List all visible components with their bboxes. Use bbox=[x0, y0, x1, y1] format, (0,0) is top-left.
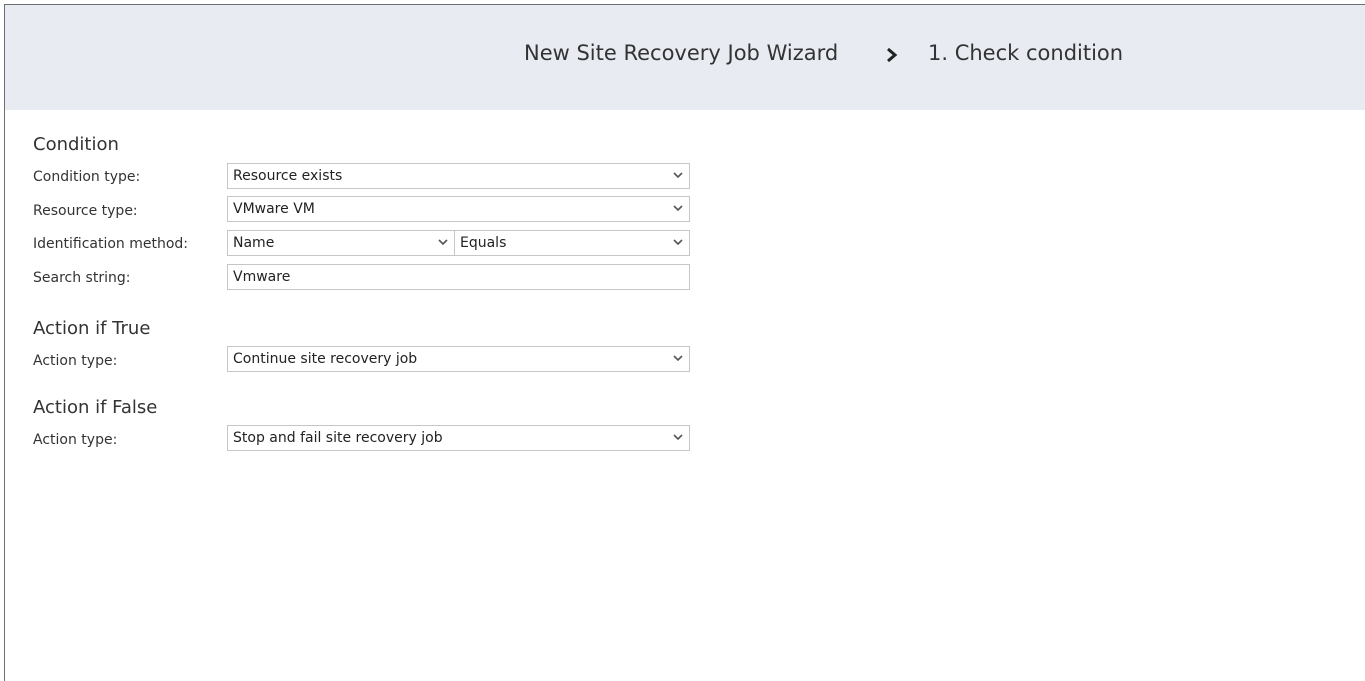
chevron-down-icon[interactable] bbox=[667, 347, 689, 371]
identification-operator-select[interactable]: Equals bbox=[454, 230, 690, 256]
chevron-down-icon[interactable] bbox=[432, 231, 454, 255]
search-string-label: Search string: bbox=[33, 270, 131, 286]
action-false-section-title: Action if False bbox=[33, 397, 158, 418]
condition-type-label: Condition type: bbox=[33, 169, 141, 185]
condition-section-title: Condition bbox=[33, 134, 119, 155]
action-true-type-value: Continue site recovery job bbox=[233, 351, 418, 367]
chevron-down-icon[interactable] bbox=[667, 231, 689, 255]
action-true-section-title: Action if True bbox=[33, 318, 151, 339]
identification-operator-value: Equals bbox=[460, 235, 507, 251]
action-true-type-label: Action type: bbox=[33, 353, 118, 369]
chevron-right-icon bbox=[884, 46, 900, 64]
action-false-type-select[interactable]: Stop and fail site recovery job bbox=[227, 425, 690, 451]
action-false-type-value: Stop and fail site recovery job bbox=[233, 430, 443, 446]
resource-type-select[interactable]: VMware VM bbox=[227, 196, 690, 222]
action-false-type-label: Action type: bbox=[33, 432, 118, 448]
condition-type-value: Resource exists bbox=[233, 168, 343, 184]
condition-type-select[interactable]: Resource exists bbox=[227, 163, 690, 189]
chevron-down-icon[interactable] bbox=[667, 164, 689, 188]
wizard-title: New Site Recovery Job Wizard bbox=[524, 41, 839, 65]
chevron-down-icon[interactable] bbox=[667, 426, 689, 450]
identification-method-label: Identification method: bbox=[33, 236, 189, 252]
identification-method-value: Name bbox=[233, 235, 275, 251]
chevron-down-icon[interactable] bbox=[667, 197, 689, 221]
step-label: 1. Check condition bbox=[928, 41, 1124, 65]
identification-method-select[interactable]: Name bbox=[227, 230, 455, 256]
search-string-input[interactable]: Vmware bbox=[227, 264, 690, 290]
resource-type-label: Resource type: bbox=[33, 203, 138, 219]
search-string-value: Vmware bbox=[233, 269, 291, 285]
action-true-type-select[interactable]: Continue site recovery job bbox=[227, 346, 690, 372]
resource-type-value: VMware VM bbox=[233, 201, 315, 217]
